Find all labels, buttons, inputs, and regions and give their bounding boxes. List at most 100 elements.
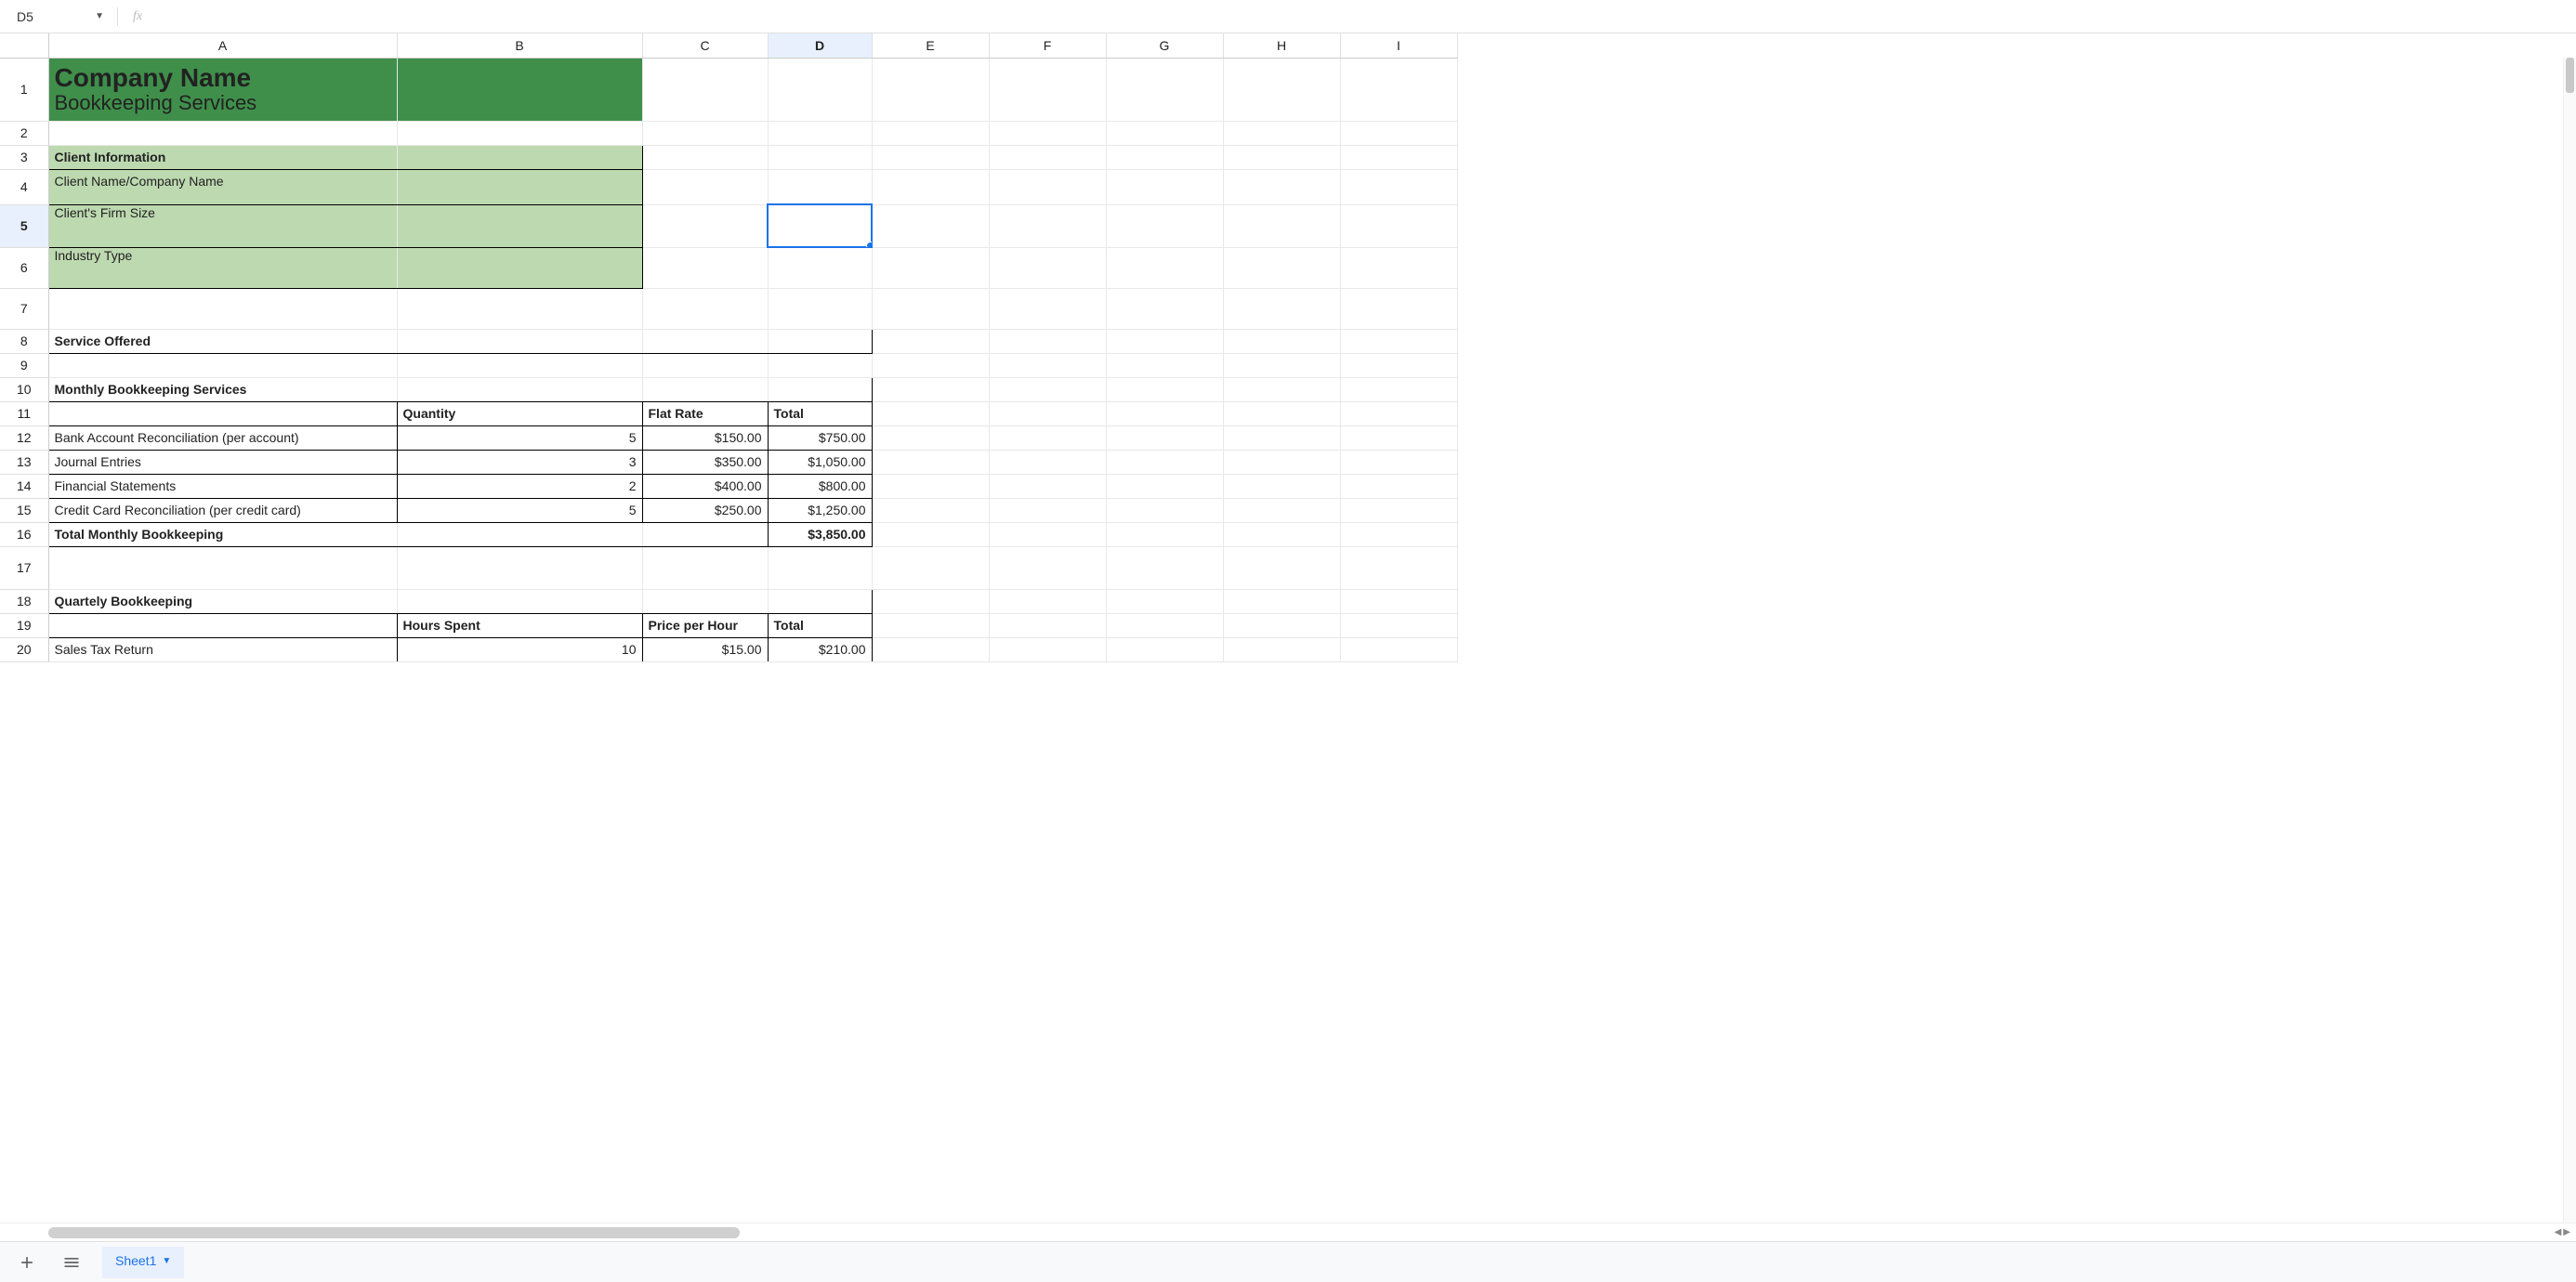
cell-F13[interactable] bbox=[989, 450, 1106, 474]
cell-E12[interactable] bbox=[872, 425, 989, 450]
cell-I18[interactable] bbox=[1340, 589, 1457, 613]
row-header-17[interactable]: 17 bbox=[0, 546, 48, 589]
cell-I1[interactable] bbox=[1340, 58, 1457, 121]
cell-I8[interactable] bbox=[1340, 329, 1457, 353]
cell-B6[interactable] bbox=[397, 247, 642, 288]
cell-B1[interactable] bbox=[397, 58, 642, 121]
cell-C17[interactable] bbox=[642, 546, 768, 589]
cell-A2[interactable] bbox=[48, 121, 397, 145]
cell-C16[interactable] bbox=[642, 522, 768, 546]
cell-G12[interactable] bbox=[1106, 425, 1223, 450]
cell-B20[interactable]: 10 bbox=[397, 637, 642, 661]
row-header-12[interactable]: 12 bbox=[0, 425, 48, 450]
cell-I14[interactable] bbox=[1340, 474, 1457, 498]
cell-E10[interactable] bbox=[872, 377, 989, 401]
cell-B9[interactable] bbox=[397, 353, 642, 377]
cell-F14[interactable] bbox=[989, 474, 1106, 498]
row-header-4[interactable]: 4 bbox=[0, 169, 48, 204]
cell-G3[interactable] bbox=[1106, 145, 1223, 169]
cell-E11[interactable] bbox=[872, 401, 989, 425]
cell-D17[interactable] bbox=[768, 546, 872, 589]
cell-I17[interactable] bbox=[1340, 546, 1457, 589]
cell-A11[interactable] bbox=[48, 401, 397, 425]
cell-F9[interactable] bbox=[989, 353, 1106, 377]
horizontal-scrollbar-thumb[interactable] bbox=[48, 1227, 740, 1238]
row-header-16[interactable]: 16 bbox=[0, 522, 48, 546]
cell-A10[interactable]: Monthly Bookkeeping Services bbox=[48, 377, 397, 401]
cell-D1[interactable] bbox=[768, 58, 872, 121]
row-header-7[interactable]: 7 bbox=[0, 288, 48, 329]
cell-D2[interactable] bbox=[768, 121, 872, 145]
cell-F6[interactable] bbox=[989, 247, 1106, 288]
cell-F12[interactable] bbox=[989, 425, 1106, 450]
cell-G10[interactable] bbox=[1106, 377, 1223, 401]
cell-H18[interactable] bbox=[1223, 589, 1340, 613]
cell-B16[interactable] bbox=[397, 522, 642, 546]
cell-C10[interactable] bbox=[642, 377, 768, 401]
cell-E5[interactable] bbox=[872, 204, 989, 247]
vertical-scrollbar[interactable] bbox=[2563, 58, 2576, 1223]
cell-H9[interactable] bbox=[1223, 353, 1340, 377]
cell-H14[interactable] bbox=[1223, 474, 1340, 498]
cell-A6[interactable]: Industry Type bbox=[48, 247, 397, 288]
cell-F15[interactable] bbox=[989, 498, 1106, 522]
cell-E19[interactable] bbox=[872, 613, 989, 637]
cell-C12[interactable]: $150.00 bbox=[642, 425, 768, 450]
cell-F4[interactable] bbox=[989, 169, 1106, 204]
cell-I15[interactable] bbox=[1340, 498, 1457, 522]
cell-I7[interactable] bbox=[1340, 288, 1457, 329]
cell-I12[interactable] bbox=[1340, 425, 1457, 450]
col-header-D[interactable]: D bbox=[768, 33, 872, 58]
cell-B18[interactable] bbox=[397, 589, 642, 613]
cell-B10[interactable] bbox=[397, 377, 642, 401]
cell-H1[interactable] bbox=[1223, 58, 1340, 121]
cell-H8[interactable] bbox=[1223, 329, 1340, 353]
cell-G13[interactable] bbox=[1106, 450, 1223, 474]
cell-D7[interactable] bbox=[768, 288, 872, 329]
cell-D18[interactable] bbox=[768, 589, 872, 613]
cell-F10[interactable] bbox=[989, 377, 1106, 401]
cell-C20[interactable]: $15.00 bbox=[642, 637, 768, 661]
cell-A13[interactable]: Journal Entries bbox=[48, 450, 397, 474]
cell-C19[interactable]: Price per Hour bbox=[642, 613, 768, 637]
cell-A15[interactable]: Credit Card Reconciliation (per credit c… bbox=[48, 498, 397, 522]
cell-G8[interactable] bbox=[1106, 329, 1223, 353]
cell-E2[interactable] bbox=[872, 121, 989, 145]
row-header-2[interactable]: 2 bbox=[0, 121, 48, 145]
cell-D11[interactable]: Total bbox=[768, 401, 872, 425]
cell-C2[interactable] bbox=[642, 121, 768, 145]
cell-H20[interactable] bbox=[1223, 637, 1340, 661]
cell-G6[interactable] bbox=[1106, 247, 1223, 288]
cell-H15[interactable] bbox=[1223, 498, 1340, 522]
cell-B5[interactable] bbox=[397, 204, 642, 247]
cell-F1[interactable] bbox=[989, 58, 1106, 121]
cell-B2[interactable] bbox=[397, 121, 642, 145]
cell-H13[interactable] bbox=[1223, 450, 1340, 474]
cell-H16[interactable] bbox=[1223, 522, 1340, 546]
cell-G16[interactable] bbox=[1106, 522, 1223, 546]
col-header-A[interactable]: A bbox=[48, 33, 397, 58]
cell-E14[interactable] bbox=[872, 474, 989, 498]
cell-F5[interactable] bbox=[989, 204, 1106, 247]
cell-D20[interactable]: $210.00 bbox=[768, 637, 872, 661]
sheet-tab-sheet1[interactable]: Sheet1 ▼ bbox=[102, 1247, 184, 1278]
cell-B13[interactable]: 3 bbox=[397, 450, 642, 474]
cell-E8[interactable] bbox=[872, 329, 989, 353]
col-header-G[interactable]: G bbox=[1106, 33, 1223, 58]
row-header-19[interactable]: 19 bbox=[0, 613, 48, 637]
cell-G9[interactable] bbox=[1106, 353, 1223, 377]
cell-D4[interactable] bbox=[768, 169, 872, 204]
cell-A18[interactable]: Quartely Bookkeeping bbox=[48, 589, 397, 613]
cell-I5[interactable] bbox=[1340, 204, 1457, 247]
cell-A1[interactable]: Company Name Bookkeeping Services bbox=[48, 58, 397, 121]
cell-D6[interactable] bbox=[768, 247, 872, 288]
cell-H7[interactable] bbox=[1223, 288, 1340, 329]
cell-D13[interactable]: $1,050.00 bbox=[768, 450, 872, 474]
cell-I2[interactable] bbox=[1340, 121, 1457, 145]
cell-G19[interactable] bbox=[1106, 613, 1223, 637]
cell-D8[interactable] bbox=[768, 329, 872, 353]
row-header-15[interactable]: 15 bbox=[0, 498, 48, 522]
cell-H2[interactable] bbox=[1223, 121, 1340, 145]
cell-C9[interactable] bbox=[642, 353, 768, 377]
cell-H11[interactable] bbox=[1223, 401, 1340, 425]
